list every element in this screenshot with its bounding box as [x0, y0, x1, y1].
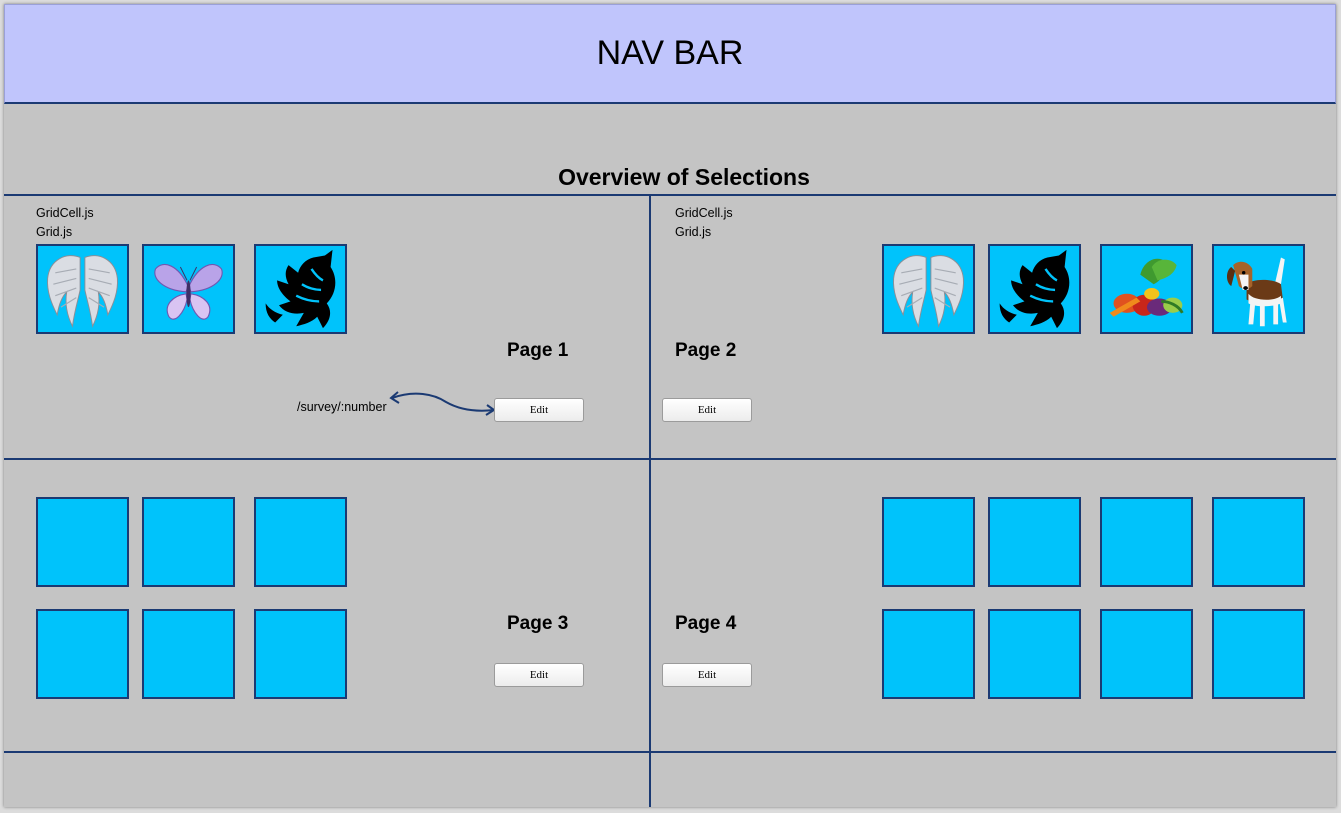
route-arrow-icon — [389, 391, 496, 416]
route-annotation: /survey/:number — [297, 400, 387, 414]
nav-bar-title: NAV BAR — [596, 34, 744, 72]
divider-top — [4, 194, 1336, 196]
grid-cell-empty[interactable] — [254, 497, 347, 587]
grid-cell-empty[interactable] — [142, 609, 235, 699]
butterfly-icon — [154, 264, 223, 320]
file-label-gridcell: GridCell.js — [675, 206, 733, 220]
page-3-edit-button[interactable]: Edit — [494, 663, 584, 687]
page-4-edit-button[interactable]: Edit — [662, 663, 752, 687]
grid-cell-empty[interactable] — [1212, 609, 1305, 699]
grid-cell[interactable] — [36, 244, 129, 334]
page-3-label: Page 3 — [507, 613, 569, 634]
grid-cell-empty[interactable] — [1100, 497, 1193, 587]
page-1-label: Page 1 — [507, 340, 569, 361]
overview-title: Overview of Selections — [558, 164, 810, 190]
page-2-edit-button[interactable]: Edit — [662, 398, 752, 422]
grid-cell[interactable] — [882, 244, 975, 334]
tribal-wolf-icon — [999, 249, 1070, 329]
file-label-grid: Grid.js — [675, 225, 712, 239]
file-label-grid: Grid.js — [36, 225, 73, 239]
angel-wings-icon — [893, 255, 964, 328]
divider-bottom — [4, 751, 1336, 753]
app-frame: NAV BAR Overview of Selections GridCell.… — [4, 4, 1336, 807]
tribal-wolf-icon — [265, 249, 336, 329]
grid-cell-empty[interactable] — [988, 609, 1081, 699]
grid-cell[interactable] — [1100, 244, 1193, 334]
angel-wings-icon — [47, 255, 118, 328]
nav-bar: NAV BAR — [4, 4, 1336, 104]
vegetables-icon — [1109, 258, 1184, 317]
grid-cell-empty[interactable] — [36, 609, 129, 699]
grid-cell-empty[interactable] — [36, 497, 129, 587]
grid-cell-empty[interactable] — [988, 497, 1081, 587]
divider-vertical — [649, 195, 651, 807]
file-label-gridcell: GridCell.js — [36, 206, 94, 220]
grid-cell-empty[interactable] — [1212, 497, 1305, 587]
grid-cell[interactable] — [988, 244, 1081, 334]
grid-cell-empty[interactable] — [1100, 609, 1193, 699]
grid-cell[interactable] — [254, 244, 347, 334]
beagle-dog-icon — [1226, 257, 1287, 327]
divider-middle — [4, 458, 1336, 460]
grid-cell-empty[interactable] — [142, 497, 235, 587]
grid-cell[interactable] — [1212, 244, 1305, 334]
grid-cell-empty[interactable] — [882, 497, 975, 587]
page-2-label: Page 2 — [675, 340, 737, 361]
page-4-label: Page 4 — [675, 613, 737, 634]
grid-cell-empty[interactable] — [254, 609, 347, 699]
grid-cell-empty[interactable] — [882, 609, 975, 699]
grid-cell[interactable] — [142, 244, 235, 334]
page-1-edit-button[interactable]: Edit — [494, 398, 584, 422]
